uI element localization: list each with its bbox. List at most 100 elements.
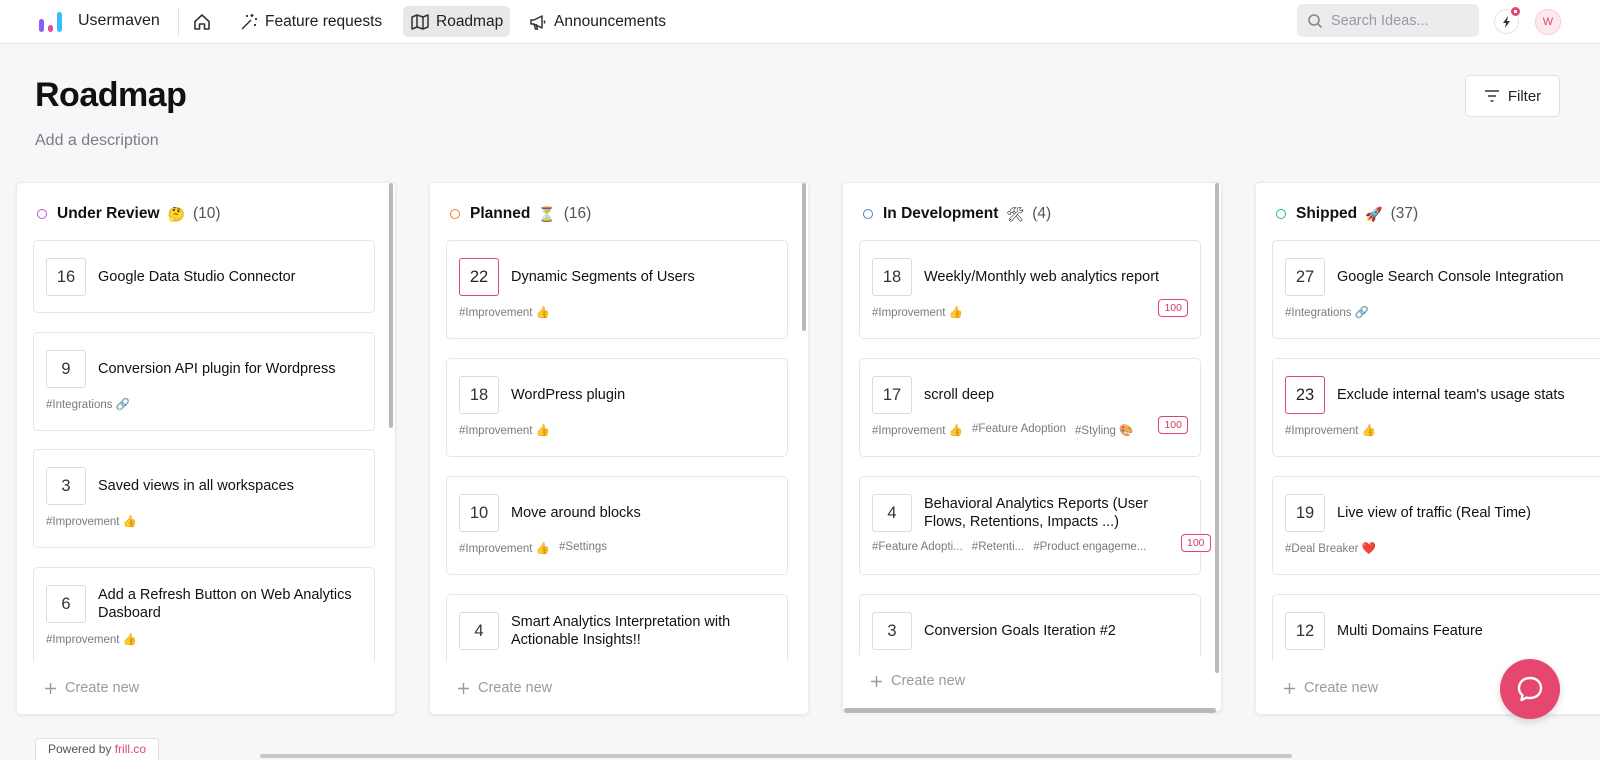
column-header: Planned ⏳ (16) <box>450 205 591 223</box>
idea-title: Google Data Studio Connector <box>98 269 296 285</box>
nav-feature-requests[interactable]: Feature requests <box>232 6 389 37</box>
idea-tag[interactable]: #Integrations 🔗 <box>1285 305 1369 319</box>
top-navigation-bar: Usermaven Feature requests Roadmap Annou… <box>0 0 1600 44</box>
idea-card[interactable]: 3 Saved views in all workspaces #Improve… <box>33 449 375 548</box>
column-emoji: 🚀 <box>1365 205 1383 222</box>
vote-button[interactable]: 9 <box>46 350 86 388</box>
create-new-button[interactable]: Create new <box>458 680 552 696</box>
idea-title: Behavioral Analytics Reports (User Flows… <box>924 496 1149 530</box>
lightning-bolt-icon <box>1502 15 1510 28</box>
idea-tag[interactable]: #Deal Breaker ❤️ <box>1285 541 1376 555</box>
column-scrollbar[interactable] <box>1215 183 1219 673</box>
nav-roadmap[interactable]: Roadmap <box>403 6 511 37</box>
vote-button[interactable]: 3 <box>46 467 86 505</box>
idea-title: WordPress plugin <box>511 387 626 403</box>
vote-button[interactable]: 17 <box>872 376 912 414</box>
score-badge: 100 <box>1181 534 1211 552</box>
idea-card[interactable]: 16 Google Data Studio Connector <box>33 240 375 313</box>
vote-button[interactable]: 18 <box>872 258 912 296</box>
create-new-label: Create new <box>478 680 553 696</box>
idea-card[interactable]: 9 Conversion API plugin for Wordpress #I… <box>33 332 375 431</box>
idea-card[interactable]: 6 Add a Refresh Button on Web Analytics … <box>33 567 375 666</box>
search-box[interactable] <box>1297 4 1479 37</box>
vote-button[interactable]: 10 <box>459 494 499 532</box>
create-new-button[interactable]: Create new <box>871 673 965 689</box>
column-title: Under Review <box>57 205 160 222</box>
column-shipped: Shipped 🚀 (37) 27 Google Search Console … <box>1255 182 1600 715</box>
idea-tag[interactable]: #Styling 🎨 <box>1075 423 1133 437</box>
home-button[interactable] <box>188 8 216 36</box>
column-scrollbar[interactable] <box>802 183 806 331</box>
idea-tag[interactable]: #Improvement 👍 <box>1285 423 1376 437</box>
idea-card[interactable]: 17 scroll deep #Improvement 👍 #Feature A… <box>859 358 1201 457</box>
idea-tag[interactable]: #Improvement 👍 <box>872 423 963 437</box>
status-dot-icon <box>863 209 873 219</box>
vote-button[interactable]: 4 <box>872 494 912 532</box>
idea-card[interactable]: 23 Exclude internal team's usage stats #… <box>1272 358 1600 457</box>
vote-button[interactable]: 16 <box>46 258 86 296</box>
vote-button[interactable]: 6 <box>46 585 86 623</box>
plus-icon <box>1284 682 1295 694</box>
idea-card[interactable]: 4 Behavioral Analytics Reports (User Flo… <box>859 476 1201 575</box>
powered-by-link[interactable]: frill.co <box>115 742 146 756</box>
idea-card[interactable]: 27 Google Search Console Integration #In… <box>1272 240 1600 339</box>
column-header: In Development 🛠 (4) <box>863 205 1051 223</box>
column-horizontal-scrollbar[interactable] <box>844 708 1216 713</box>
idea-tag[interactable]: #Improvement 👍 <box>46 632 137 646</box>
idea-card[interactable]: 18 WordPress plugin #Improvement 👍 <box>446 358 788 457</box>
vote-button[interactable]: 19 <box>1285 494 1325 532</box>
idea-card[interactable]: 22 Dynamic Segments of Users #Improvemen… <box>446 240 788 339</box>
search-input[interactable] <box>1331 12 1471 29</box>
idea-card[interactable]: 19 Live view of traffic (Real Time) #Dea… <box>1272 476 1600 575</box>
filter-button[interactable]: Filter <box>1465 75 1560 117</box>
idea-tag[interactable]: #Improvement 👍 <box>459 541 550 555</box>
create-new-button[interactable]: Create new <box>45 680 139 696</box>
idea-tag[interactable]: #Feature Adoption <box>972 423 1066 437</box>
idea-card[interactable]: 10 Move around blocks #Improvement 👍 #Se… <box>446 476 788 575</box>
column-count: (37) <box>1390 205 1419 222</box>
idea-tag[interactable]: #Integrations 🔗 <box>46 397 130 411</box>
create-new-button[interactable]: Create new <box>1284 680 1378 696</box>
column-scrollbar[interactable] <box>389 183 393 428</box>
idea-tag[interactable]: #Retenti... <box>972 541 1024 553</box>
vote-button[interactable]: 3 <box>872 612 912 650</box>
idea-title: Conversion API plugin for Wordpress <box>98 361 336 377</box>
chat-widget-button[interactable] <box>1500 659 1560 719</box>
vote-button[interactable]: 27 <box>1285 258 1325 296</box>
vote-button[interactable]: 22 <box>459 258 499 296</box>
vote-button[interactable]: 18 <box>459 376 499 414</box>
column-in-development: In Development 🛠 (4) 18 Weekly/Monthly w… <box>842 182 1222 712</box>
status-dot-icon <box>1276 209 1286 219</box>
idea-tag[interactable]: #Improvement 👍 <box>459 305 550 319</box>
filter-label: Filter <box>1507 87 1542 105</box>
idea-title: scroll deep <box>924 387 995 403</box>
idea-title: Weekly/Monthly web analytics report <box>924 269 1160 285</box>
page-description[interactable]: Add a description <box>35 132 159 150</box>
idea-tag[interactable]: #Settings <box>559 541 607 555</box>
usermaven-logo-icon[interactable] <box>38 11 64 33</box>
idea-tag[interactable]: #Improvement 👍 <box>46 514 137 528</box>
idea-tag[interactable]: #Feature Adopti... <box>872 541 963 553</box>
column-emoji: ⏳ <box>538 205 556 222</box>
nav-announcements[interactable]: Announcements <box>521 6 673 37</box>
avatar[interactable]: W <box>1535 9 1561 35</box>
powered-by-badge[interactable]: Powered by frill.co <box>35 738 160 760</box>
column-under-review: Under Review 🤔 (10) 16 Google Data Studi… <box>16 182 396 715</box>
chat-bubble-icon <box>1517 676 1543 702</box>
nav-roadmap-label: Roadmap <box>436 12 504 30</box>
status-dot-icon <box>450 209 460 219</box>
column-title: Planned <box>470 205 531 222</box>
vote-button[interactable]: 12 <box>1285 612 1325 650</box>
page-horizontal-scrollbar[interactable] <box>260 754 1292 758</box>
vote-button[interactable]: 4 <box>459 612 499 650</box>
idea-title: Multi Domains Feature <box>1337 623 1483 639</box>
brand-name[interactable]: Usermaven <box>78 12 160 30</box>
filter-icon <box>1484 90 1499 102</box>
idea-tag[interactable]: #Product engageme... <box>1033 541 1146 553</box>
nav-feature-requests-label: Feature requests <box>265 12 383 30</box>
idea-card[interactable]: 18 Weekly/Monthly web analytics report #… <box>859 240 1201 339</box>
column-title: In Development <box>883 205 999 222</box>
idea-tag[interactable]: #Improvement 👍 <box>459 423 550 437</box>
vote-button[interactable]: 23 <box>1285 376 1325 414</box>
idea-tag[interactable]: #Improvement 👍 <box>872 305 963 319</box>
